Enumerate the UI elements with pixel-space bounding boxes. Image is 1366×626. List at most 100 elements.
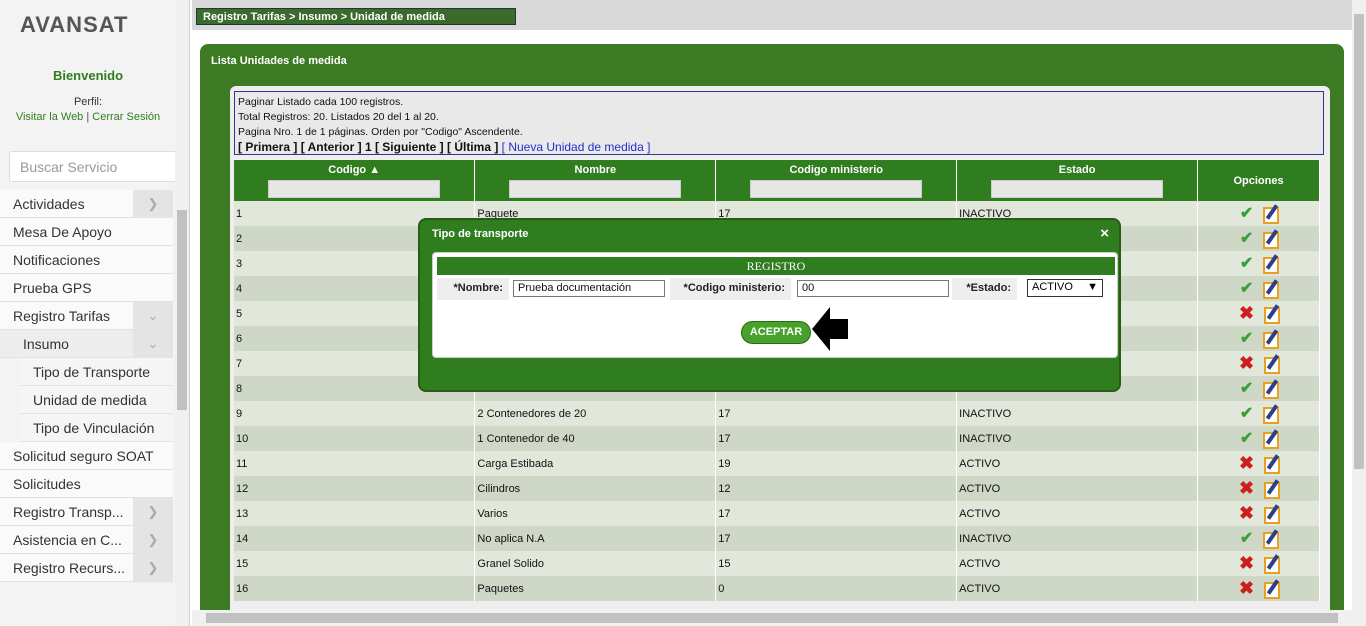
delete-icon[interactable]: ✖ <box>1239 578 1254 598</box>
edit-icon[interactable] <box>1264 482 1281 500</box>
welcome-text: Bienvenido <box>52 68 124 83</box>
prev-page-link[interactable]: [ Anterior ] <box>301 140 362 154</box>
pointer-arrow-icon <box>812 307 848 351</box>
filter-estado[interactable] <box>991 180 1164 198</box>
menu-label: Asistencia en C... <box>13 531 122 548</box>
menu-label: Solicitudes <box>13 475 81 492</box>
menu-label: Mesa De Apoyo <box>13 223 112 240</box>
edit-icon[interactable] <box>1264 557 1281 575</box>
pager-nav: [ Primera ] [ Anterior ] 1 [ Siguiente ]… <box>238 140 1320 155</box>
cell-codigo: 9 <box>234 401 476 426</box>
chevron-right-icon[interactable]: ❯ <box>133 498 173 525</box>
delete-icon[interactable]: ✖ <box>1239 303 1254 323</box>
cell-opciones: ✖ <box>1197 551 1320 576</box>
edit-icon[interactable] <box>1264 307 1281 325</box>
col-estado[interactable]: Estado <box>956 160 1199 201</box>
edit-icon[interactable] <box>1263 281 1280 299</box>
edit-icon[interactable] <box>1263 331 1280 349</box>
check-icon[interactable]: ✔ <box>1240 380 1253 397</box>
edit-icon[interactable] <box>1263 406 1280 424</box>
cell-nombre: Varios <box>474 501 717 526</box>
delete-icon[interactable]: ✖ <box>1239 353 1254 373</box>
table-row: 10 1 Contenedor de 40 17 INACTIVO ✔ <box>234 426 1320 451</box>
dropdown-arrow-icon: ▼ <box>1087 281 1098 293</box>
check-icon[interactable]: ✔ <box>1240 405 1253 422</box>
cell-ministerio: 17 <box>715 401 958 426</box>
check-icon[interactable]: ✔ <box>1240 230 1253 247</box>
check-icon[interactable]: ✔ <box>1240 255 1253 272</box>
sidebar-item-notificaciones[interactable]: Notificaciones <box>0 246 173 274</box>
check-icon[interactable]: ✔ <box>1240 530 1253 547</box>
visit-web-link[interactable]: Visitar la Web <box>16 111 83 123</box>
edit-icon[interactable] <box>1264 582 1281 600</box>
chevron-right-icon[interactable]: ❯ <box>133 526 173 553</box>
cell-opciones: ✔ <box>1197 326 1320 351</box>
sidebar-item-prueba-gps[interactable]: Prueba GPS <box>0 274 173 302</box>
edit-icon[interactable] <box>1264 457 1281 475</box>
check-icon[interactable]: ✔ <box>1240 330 1253 347</box>
accept-button[interactable]: ACEPTAR <box>741 321 811 344</box>
next-page-link[interactable]: [ Siguiente ] <box>375 140 444 154</box>
delete-icon[interactable]: ✖ <box>1239 478 1254 498</box>
col-ministerio[interactable]: Codigo ministerio <box>715 160 958 201</box>
sidebar-item-actividades[interactable]: Actividades ❯ <box>0 190 173 218</box>
nombre-field[interactable]: Prueba documentación <box>513 280 665 297</box>
pager-line3: Pagina Nro. 1 de 1 páginas. Orden por "C… <box>238 126 523 138</box>
first-page-link[interactable]: [ Primera ] <box>238 140 297 154</box>
sidebar-item-solicitudes[interactable]: Solicitudes <box>0 470 173 498</box>
cell-ministerio: 12 <box>715 476 958 501</box>
edit-icon[interactable] <box>1263 381 1280 399</box>
page-scrollbar-vertical[interactable] <box>1352 0 1366 626</box>
check-icon[interactable]: ✔ <box>1240 430 1253 447</box>
estado-select[interactable]: ACTIVO ▼ <box>1027 279 1103 297</box>
chevron-down-icon[interactable]: ⌄ <box>133 330 173 357</box>
new-unit-link[interactable]: [ Nueva Unidad de medida ] <box>502 140 651 154</box>
filter-codigo[interactable] <box>268 180 441 198</box>
logout-link[interactable]: Cerrar Sesión <box>92 111 160 123</box>
menu-label: Registro Recurs... <box>13 559 126 576</box>
edit-icon[interactable] <box>1263 206 1280 224</box>
chevron-down-icon[interactable]: ⌄ <box>133 302 173 329</box>
cell-opciones: ✔ <box>1197 401 1320 426</box>
delete-icon[interactable]: ✖ <box>1239 553 1254 573</box>
edit-icon[interactable] <box>1264 507 1281 525</box>
page-scrollbar-horizontal[interactable] <box>192 610 1352 626</box>
sidebar-item-unidad-de-medida[interactable]: Unidad de medida <box>20 386 173 414</box>
scrollbar-thumb[interactable] <box>177 210 187 410</box>
edit-icon[interactable] <box>1263 431 1280 449</box>
check-icon[interactable]: ✔ <box>1240 280 1253 297</box>
chevron-right-icon[interactable]: ❯ <box>133 190 173 217</box>
cell-opciones: ✔ <box>1197 526 1320 551</box>
scrollbar-thumb[interactable] <box>1354 14 1364 469</box>
close-icon[interactable]: × <box>1100 225 1109 242</box>
sidebar-item-solicitud-seguro-soat[interactable]: Solicitud seguro SOAT <box>0 442 173 470</box>
edit-icon[interactable] <box>1263 256 1280 274</box>
sidebar-item-mesa-de-apoyo[interactable]: Mesa De Apoyo <box>0 218 173 246</box>
sidebar-item-registro-transp[interactable]: Registro Transp... ❯ <box>0 498 173 526</box>
ministerio-field[interactable]: 00 <box>797 280 949 297</box>
scrollbar-thumb[interactable] <box>206 613 1338 623</box>
filter-ministerio[interactable] <box>750 180 923 198</box>
sidebar-scrollbar[interactable] <box>175 0 189 626</box>
cell-estado: ACTIVO <box>956 551 1199 576</box>
sidebar-item-tipo-de-vinculacion[interactable]: Tipo de Vinculación <box>20 414 173 442</box>
edit-icon[interactable] <box>1264 357 1281 375</box>
sort-asc-icon[interactable]: ▲ <box>369 164 380 176</box>
edit-icon[interactable] <box>1263 231 1280 249</box>
check-icon[interactable]: ✔ <box>1240 205 1253 222</box>
search-input[interactable]: Buscar Servicio <box>9 151 180 182</box>
last-page-link[interactable]: [ Última ] <box>447 140 498 154</box>
sidebar-item-asistencia[interactable]: Asistencia en C... ❯ <box>0 526 173 554</box>
col-label: Codigo ministerio <box>789 164 883 176</box>
filter-nombre[interactable] <box>509 180 682 198</box>
col-nombre[interactable]: Nombre <box>474 160 717 201</box>
col-codigo[interactable]: Codigo ▲ <box>234 160 476 201</box>
sidebar-item-registro-tarifas[interactable]: Registro Tarifas ⌄ <box>0 302 173 330</box>
sidebar-item-tipo-de-transporte[interactable]: Tipo de Transporte <box>20 358 173 386</box>
chevron-right-icon[interactable]: ❯ <box>133 554 173 581</box>
delete-icon[interactable]: ✖ <box>1239 453 1254 473</box>
edit-icon[interactable] <box>1263 531 1280 549</box>
sidebar-item-insumo[interactable]: Insumo ⌄ <box>0 330 173 358</box>
delete-icon[interactable]: ✖ <box>1239 503 1254 523</box>
sidebar-item-registro-recurs[interactable]: Registro Recurs... ❯ <box>0 554 173 582</box>
